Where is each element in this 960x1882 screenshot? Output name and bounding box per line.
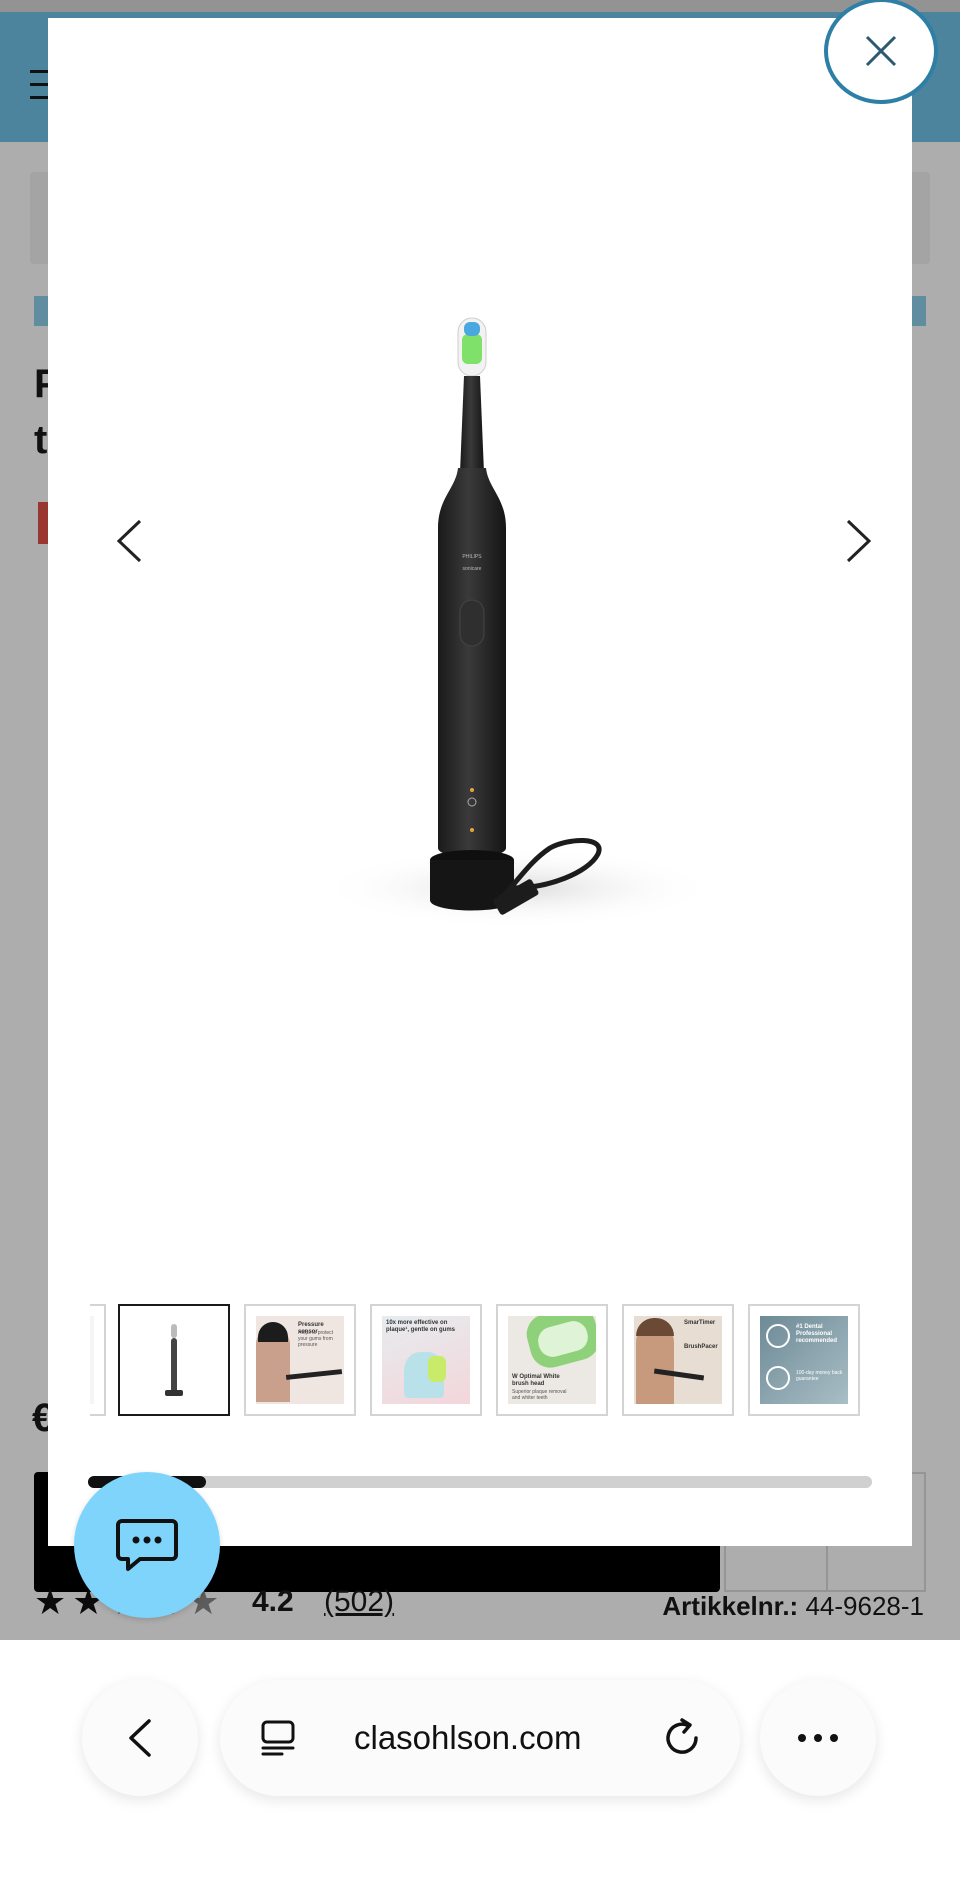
thumbnail-active[interactable]: [118, 1304, 230, 1416]
thumbnail[interactable]: Pressure sensor Helps to protect your gu…: [244, 1304, 356, 1416]
more-icon: [798, 1734, 838, 1742]
chevron-right-icon: [846, 519, 872, 563]
thumbnail-scrollbar[interactable]: [88, 1476, 872, 1488]
thumbnail[interactable]: W Optimal White brush head Superior plaq…: [496, 1304, 608, 1416]
product-image: PHILIPS sonicare: [318, 317, 708, 928]
image-gallery-modal: PHILIPS sonicare Pressure sensor Helps t…: [48, 18, 912, 1546]
tabs-icon: [261, 1720, 295, 1756]
thumbnail[interactable]: [90, 1304, 106, 1416]
chat-bubble-icon: [116, 1519, 178, 1571]
browser-toolbar: clasohlson.com: [0, 1640, 960, 1882]
back-button[interactable]: [82, 1680, 198, 1796]
url-text: clasohlson.com: [354, 1719, 582, 1756]
more-button[interactable]: [760, 1680, 876, 1796]
close-icon: [865, 35, 897, 67]
address-bar[interactable]: clasohlson.com: [220, 1680, 740, 1796]
thumbnail[interactable]: 10x more effective on plaque¹, gentle on…: [370, 1304, 482, 1416]
thumbnail[interactable]: #1 Dental Professional recommended 100-d…: [748, 1304, 860, 1416]
series-logo-text: sonicare: [463, 566, 482, 572]
brand-logo-text: PHILIPS: [462, 554, 482, 560]
back-arrow-icon: [129, 1719, 151, 1757]
chat-button[interactable]: [74, 1472, 220, 1618]
thumbnail-strip[interactable]: Pressure sensor Helps to protect your gu…: [90, 1304, 888, 1428]
thumbnail[interactable]: SmarTimer BrushPacer: [622, 1304, 734, 1416]
reload-icon[interactable]: [660, 1716, 704, 1760]
toothbrush-thumb-icon: [165, 1324, 183, 1396]
close-button[interactable]: [824, 0, 938, 104]
chevron-left-icon: [116, 519, 142, 563]
next-image-button[interactable]: [834, 506, 884, 576]
previous-image-button[interactable]: [104, 506, 154, 576]
